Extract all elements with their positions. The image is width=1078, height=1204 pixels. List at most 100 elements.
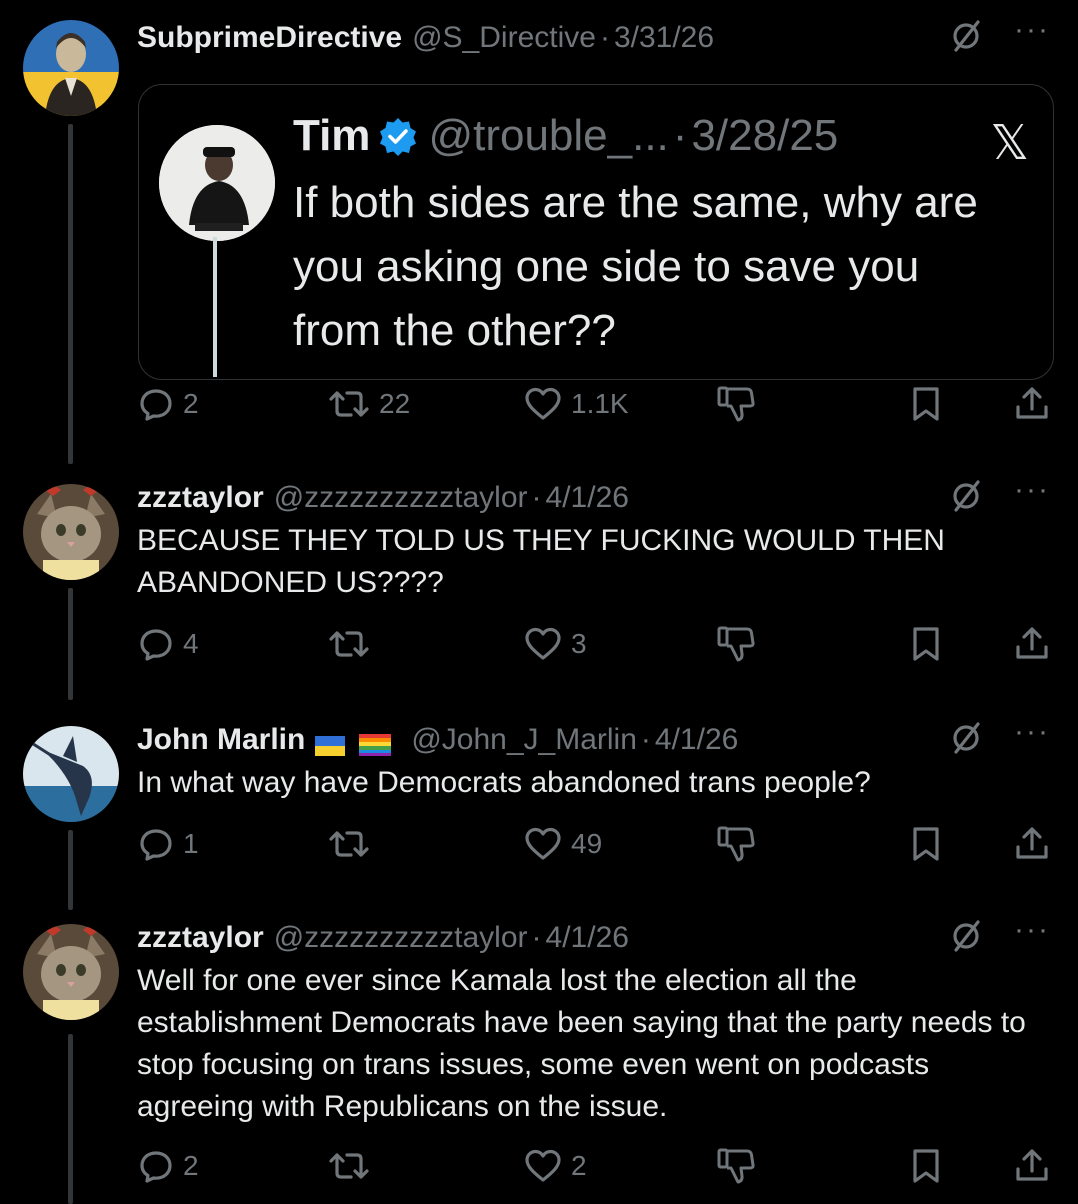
reply-button[interactable]: 4 (137, 624, 199, 664)
reply-button[interactable]: 2 (137, 384, 199, 424)
post-date[interactable]: 4/1/26 (546, 921, 629, 955)
action-bar: 2 2 (137, 1146, 1053, 1186)
repost-icon (327, 825, 371, 863)
user-handle[interactable]: @zzzzzzzzzztaylor (274, 921, 528, 955)
more-options-icon[interactable]: ··· (1014, 717, 1050, 747)
ukraine-flag-icon (315, 730, 346, 756)
action-bar: 1 49 (137, 824, 1053, 864)
quoted-display-name[interactable]: Tim (293, 111, 370, 161)
share-icon (1013, 1147, 1051, 1185)
quoted-thread-line (213, 237, 217, 377)
repost-button[interactable] (327, 624, 379, 664)
post-header-actions: ··· (948, 915, 1050, 959)
bookmark-button[interactable] (909, 624, 943, 664)
avatar[interactable] (23, 484, 119, 580)
post-text: Well for one ever since Kamala lost the … (137, 964, 1035, 1123)
share-button[interactable] (1013, 1146, 1051, 1186)
reply-count: 2 (183, 388, 199, 419)
grok-icon[interactable] (948, 918, 984, 959)
dislike-icon (715, 624, 757, 664)
thread-line (68, 830, 73, 910)
repost-button[interactable] (327, 1146, 379, 1186)
more-options-icon[interactable]: ··· (1014, 915, 1050, 945)
user-handle[interactable]: @John_J_Marlin (411, 723, 637, 757)
bookmark-icon (909, 625, 943, 663)
dislike-button[interactable] (715, 624, 757, 664)
post-header: zzztaylor @zzzzzzzzzztaylor · 4/1/26 (137, 918, 1038, 958)
post-date[interactable]: 3/31/26 (614, 21, 714, 55)
quoted-post[interactable]: Tim @trouble_... · 3/28/25 𝕏 If both sid… (138, 84, 1054, 380)
dislike-button[interactable] (715, 824, 757, 864)
bookmark-button[interactable] (909, 824, 943, 864)
post-john-marlin[interactable]: John Marlin @John_J_Marlin · 4/1/26 ··· … (0, 717, 1078, 910)
like-count: 1.1K (571, 388, 629, 419)
share-button[interactable] (1013, 824, 1051, 864)
repost-icon (327, 1147, 371, 1185)
bookmark-icon (909, 1147, 943, 1185)
bookmark-button[interactable] (909, 1146, 943, 1186)
like-button[interactable]: 2 (523, 1146, 587, 1186)
reply-count: 1 (183, 828, 199, 859)
share-button[interactable] (1013, 624, 1051, 664)
avatar[interactable] (23, 20, 119, 116)
display-name[interactable]: zzztaylor (137, 921, 264, 955)
bookmark-button[interactable] (909, 384, 943, 424)
post-date[interactable]: 4/1/26 (655, 723, 738, 757)
separator-dot: · (640, 723, 651, 756)
separator-dot: · (531, 921, 542, 954)
quoted-user-handle[interactable]: @trouble_... (428, 111, 668, 161)
share-icon (1013, 385, 1051, 423)
repost-button[interactable]: 22 (327, 384, 410, 424)
quoted-post-date[interactable]: 3/28/25 (691, 111, 838, 161)
reply-thread: SubprimeDirective @S_Directive · 3/31/26… (0, 0, 1078, 1204)
thread-line (68, 1034, 73, 1204)
more-options-icon[interactable]: ··· (1014, 15, 1050, 45)
post-zzztaylor-1[interactable]: zzztaylor @zzzzzzzzzztaylor · 4/1/26 ···… (0, 475, 1078, 700)
like-button[interactable]: 1.1K (523, 384, 629, 424)
post-date[interactable]: 4/1/26 (546, 481, 629, 515)
display-name[interactable]: SubprimeDirective (137, 21, 402, 55)
like-count: 3 (571, 628, 587, 659)
action-bar: 4 3 (137, 624, 1053, 664)
dislike-icon (715, 824, 757, 864)
separator-dot: · (531, 481, 542, 514)
thread-line (68, 124, 73, 464)
separator-dot: · (672, 111, 688, 160)
repost-button[interactable] (327, 824, 379, 864)
user-handle[interactable]: @S_Directive (412, 21, 596, 55)
like-button[interactable]: 3 (523, 624, 587, 664)
reply-icon (137, 625, 175, 663)
share-button[interactable] (1013, 384, 1051, 424)
pride-flag-icon (359, 730, 392, 756)
like-button[interactable]: 49 (523, 824, 602, 864)
display-name[interactable]: zzztaylor (137, 481, 264, 515)
x-logo-icon: 𝕏 (990, 115, 1029, 171)
grok-icon[interactable] (948, 18, 984, 59)
grok-icon[interactable] (948, 720, 984, 761)
quoted-post-text: If both sides are the same, why are you … (293, 178, 978, 355)
quoted-header: Tim @trouble_... · 3/28/25 (293, 111, 838, 161)
reply-button[interactable]: 1 (137, 824, 199, 864)
bookmark-icon (909, 385, 943, 423)
post-header-actions: ··· (948, 475, 1050, 519)
post-zzztaylor-2[interactable]: zzztaylor @zzzzzzzzzztaylor · 4/1/26 ···… (0, 915, 1078, 1204)
avatar[interactable] (23, 726, 119, 822)
thread-line (68, 588, 73, 700)
quoted-avatar[interactable] (159, 125, 275, 241)
grok-icon[interactable] (948, 478, 984, 519)
post-header-actions: ··· (948, 717, 1050, 761)
post-header: John Marlin @John_J_Marlin · 4/1/26 (137, 720, 1038, 760)
post-header: zzztaylor @zzzzzzzzzztaylor · 4/1/26 (137, 478, 1038, 518)
reply-button[interactable]: 2 (137, 1146, 199, 1186)
like-icon (523, 625, 563, 663)
display-name[interactable]: John Marlin (137, 723, 305, 757)
more-options-icon[interactable]: ··· (1014, 475, 1050, 505)
dislike-button[interactable] (715, 384, 757, 424)
post-subprimedirective[interactable]: SubprimeDirective @S_Directive · 3/31/26… (0, 15, 1078, 464)
like-count: 49 (571, 828, 603, 859)
user-handle[interactable]: @zzzzzzzzzztaylor (274, 481, 528, 515)
post-text: BECAUSE THEY TOLD US THEY FUCKING WOULD … (137, 524, 952, 599)
dislike-button[interactable] (715, 1146, 757, 1186)
repost-icon (327, 625, 371, 663)
avatar[interactable] (23, 924, 119, 1020)
